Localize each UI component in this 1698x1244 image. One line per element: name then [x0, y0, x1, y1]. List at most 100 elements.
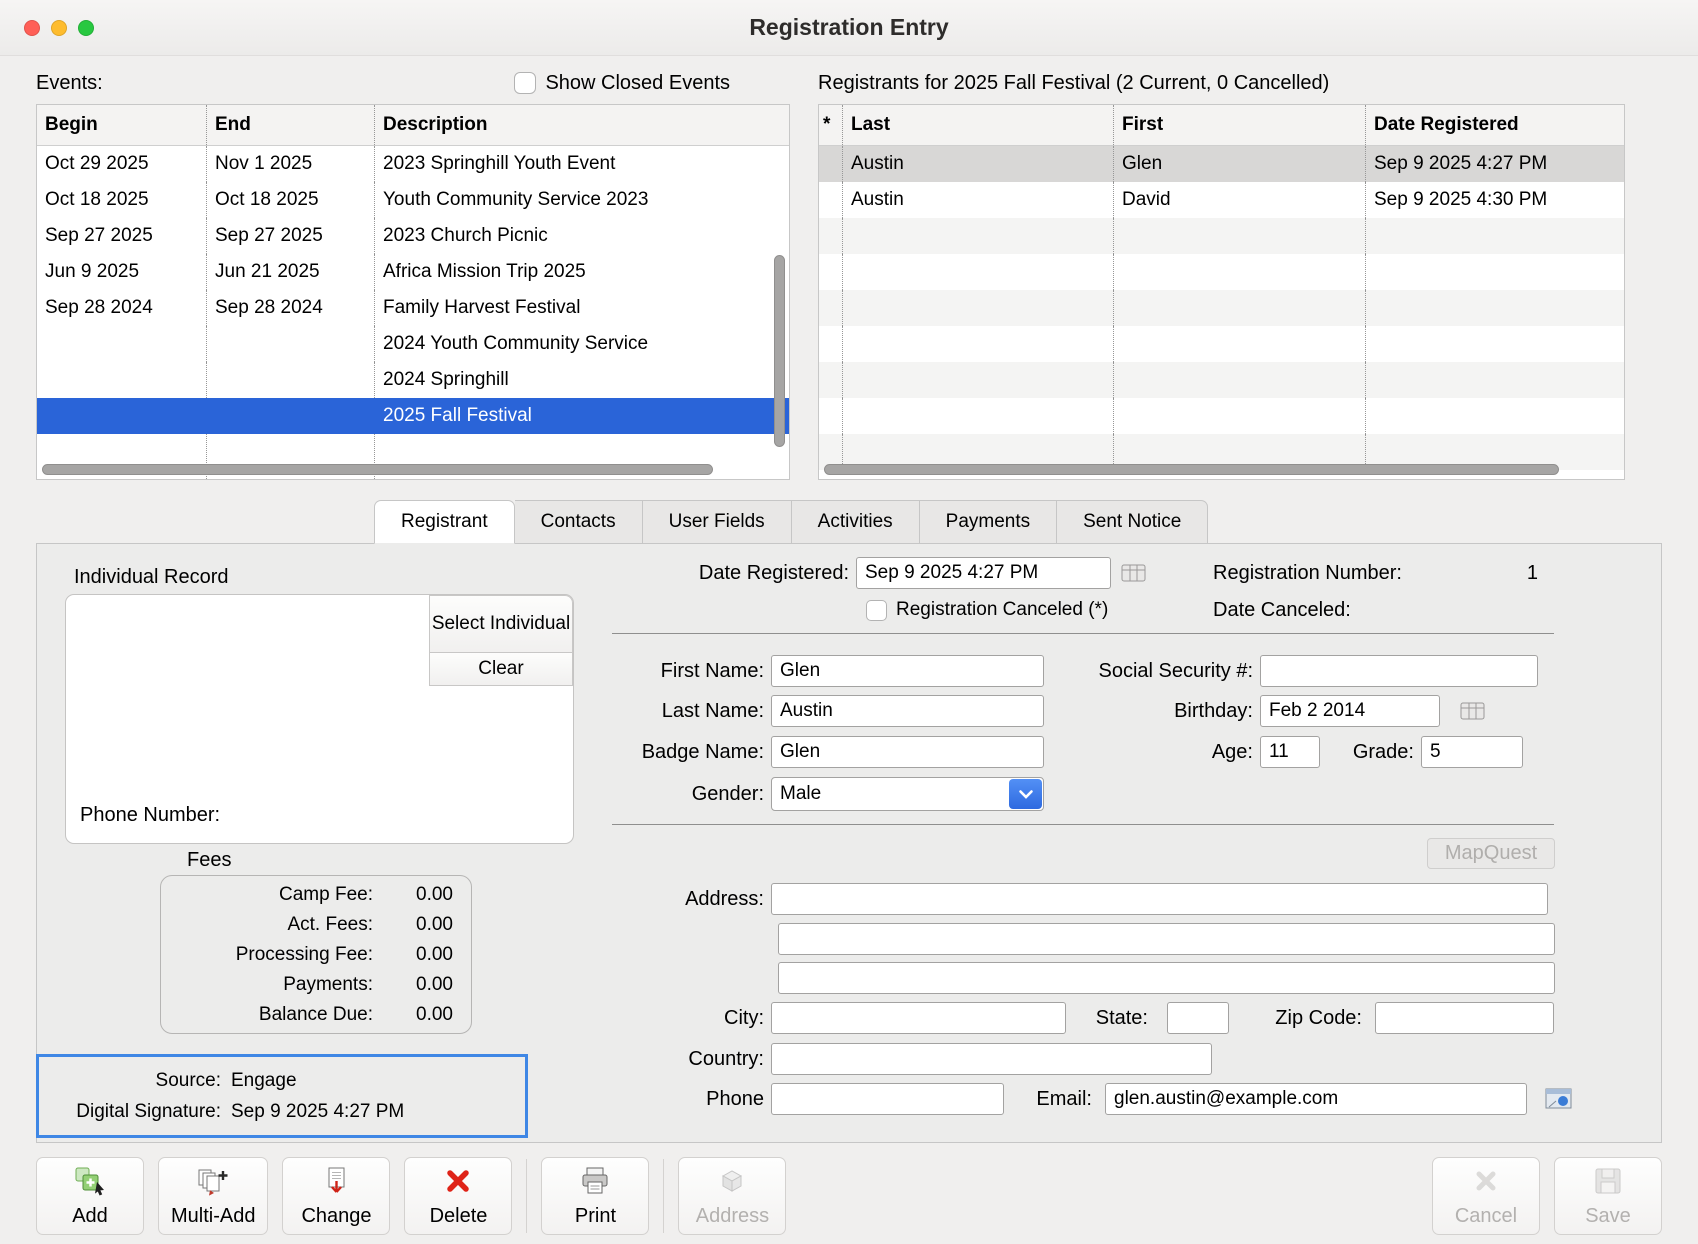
date-registered-input[interactable] — [856, 557, 1111, 589]
fee-row: Camp Fee: 0.00 — [179, 880, 453, 910]
events-table: Begin End Description Oct 29 2025 Nov 1 … — [36, 104, 790, 480]
state-input[interactable] — [1167, 1002, 1229, 1034]
events-label: Events: — [36, 72, 103, 95]
gender-select[interactable]: Male — [771, 777, 1044, 811]
tab-user-fields[interactable]: User Fields — [643, 500, 792, 544]
chevron-down-icon[interactable] — [1009, 779, 1042, 809]
event-row[interactable]: Oct 29 2025 Nov 1 2025 2023 Springhill Y… — [37, 146, 789, 182]
email-input[interactable] — [1105, 1083, 1527, 1115]
gender-label: Gender: — [586, 783, 771, 806]
separator — [612, 824, 1554, 825]
address-input-2[interactable] — [778, 923, 1555, 955]
registrant-row-selected[interactable]: Austin Glen Sep 9 2025 4:27 PM — [819, 146, 1624, 182]
phone-number-label: Phone Number: — [80, 804, 220, 827]
bottom-toolbar: Add Multi-Add Change Delete Print Addres… — [36, 1157, 1662, 1235]
event-row[interactable]: 2024 Youth Community Service — [37, 326, 789, 362]
column-header-last: Last — [843, 105, 1114, 145]
select-individual-button[interactable]: Select Individual — [429, 595, 573, 653]
multi-add-button[interactable]: Multi-Add — [158, 1157, 268, 1235]
tab-payments[interactable]: Payments — [920, 500, 1057, 544]
calendar-icon[interactable] — [1458, 699, 1488, 723]
end-cell — [207, 326, 375, 362]
digital-signature-value: Sep 9 2025 4:27 PM — [231, 1101, 404, 1123]
column-header-end: End — [207, 105, 375, 145]
address-input-1[interactable] — [771, 883, 1548, 915]
column-header-date-registered: Date Registered — [1366, 105, 1624, 145]
minimize-icon[interactable] — [51, 20, 67, 36]
vertical-scrollbar[interactable] — [773, 150, 787, 451]
registrants-table-header: * Last First Date Registered — [819, 105, 1624, 146]
begin-cell — [37, 326, 207, 362]
description-cell: 2023 Springhill Youth Event — [375, 146, 789, 182]
panel-right: Date Registered: Registration Number: 1 … — [586, 544, 1661, 1142]
badge-name-input[interactable] — [771, 736, 1044, 768]
event-row[interactable]: Jun 9 2025 Jun 21 2025 Africa Mission Tr… — [37, 254, 789, 290]
last-name-input[interactable] — [771, 695, 1044, 727]
individual-record-box: Select Individual Clear Phone Number: — [65, 594, 574, 844]
zip-code-label: Zip Code: — [1252, 1007, 1362, 1030]
begin-cell — [37, 362, 207, 398]
clear-button[interactable]: Clear — [429, 652, 573, 686]
event-row-selected[interactable]: 2025 Fall Festival — [37, 398, 789, 434]
table-row-empty — [819, 218, 1624, 254]
scrollbar-thumb[interactable] — [824, 464, 1559, 475]
scrollbar-thumb[interactable] — [774, 255, 785, 447]
registrants-table: * Last First Date Registered Austin Glen… — [818, 104, 1625, 480]
event-row[interactable]: Sep 27 2025 Sep 27 2025 2023 Church Picn… — [37, 218, 789, 254]
event-row[interactable]: Sep 28 2024 Sep 28 2024 Family Harvest F… — [37, 290, 789, 326]
separator — [612, 633, 1554, 634]
add-button[interactable]: Add — [36, 1157, 144, 1235]
phone-input[interactable] — [771, 1083, 1004, 1115]
source-value: Engage — [231, 1070, 297, 1092]
end-cell: Nov 1 2025 — [207, 146, 375, 182]
print-button[interactable]: Print — [541, 1157, 649, 1235]
description-cell: Africa Mission Trip 2025 — [375, 254, 789, 290]
fee-label: Balance Due: — [179, 1004, 389, 1026]
calendar-icon[interactable] — [1119, 561, 1149, 585]
registration-canceled-checkbox[interactable] — [866, 600, 887, 621]
begin-cell: Oct 18 2025 — [37, 182, 207, 218]
show-closed-events-toggle[interactable]: Show Closed Events — [514, 72, 730, 95]
first-name-input[interactable] — [771, 655, 1044, 687]
registrant-row[interactable]: Austin David Sep 9 2025 4:30 PM — [819, 182, 1624, 218]
end-cell — [207, 398, 375, 434]
delete-button[interactable]: Delete — [404, 1157, 512, 1235]
email-label: Email: — [1006, 1088, 1092, 1111]
window-controls — [24, 0, 94, 55]
last-name-label: Last Name: — [586, 700, 771, 723]
column-header-begin: Begin — [37, 105, 207, 145]
fee-row: Balance Due: 0.00 — [179, 1000, 453, 1030]
tab-registrant[interactable]: Registrant — [374, 500, 515, 544]
registrants-pane: Registrants for 2025 Fall Festival (2 Cu… — [818, 62, 1625, 480]
tab-activities[interactable]: Activities — [792, 500, 920, 544]
city-input[interactable] — [771, 1002, 1066, 1034]
cancel-button: Cancel — [1432, 1157, 1540, 1235]
phone-label: Phone — [586, 1088, 771, 1111]
change-button[interactable]: Change — [282, 1157, 390, 1235]
grade-input[interactable] — [1421, 736, 1523, 768]
horizontal-scrollbar[interactable] — [822, 463, 1621, 476]
tab-sent-notice[interactable]: Sent Notice — [1057, 500, 1208, 544]
horizontal-scrollbar[interactable] — [40, 463, 786, 476]
country-input[interactable] — [771, 1043, 1212, 1075]
address-input-3[interactable] — [778, 962, 1555, 994]
change-icon — [321, 1166, 351, 1202]
close-icon[interactable] — [24, 20, 40, 36]
save-button: Save — [1554, 1157, 1662, 1235]
birthday-input[interactable] — [1260, 695, 1440, 727]
zip-code-input[interactable] — [1375, 1002, 1554, 1034]
email-icon[interactable] — [1544, 1086, 1574, 1112]
event-row[interactable]: Oct 18 2025 Oct 18 2025 Youth Community … — [37, 182, 789, 218]
add-icon — [74, 1166, 106, 1202]
show-closed-events-checkbox[interactable] — [514, 72, 536, 94]
zoom-icon[interactable] — [78, 20, 94, 36]
ssn-input[interactable] — [1260, 655, 1538, 687]
date-registered-label: Date Registered: — [586, 562, 856, 585]
table-row-empty — [819, 290, 1624, 326]
description-cell: 2024 Youth Community Service — [375, 326, 789, 362]
event-row[interactable]: 2024 Springhill — [37, 362, 789, 398]
top-section: Events: Show Closed Events Begin End Des… — [0, 56, 1698, 480]
scrollbar-thumb[interactable] — [42, 464, 713, 475]
tab-contacts[interactable]: Contacts — [515, 500, 643, 544]
age-input[interactable] — [1260, 736, 1320, 768]
